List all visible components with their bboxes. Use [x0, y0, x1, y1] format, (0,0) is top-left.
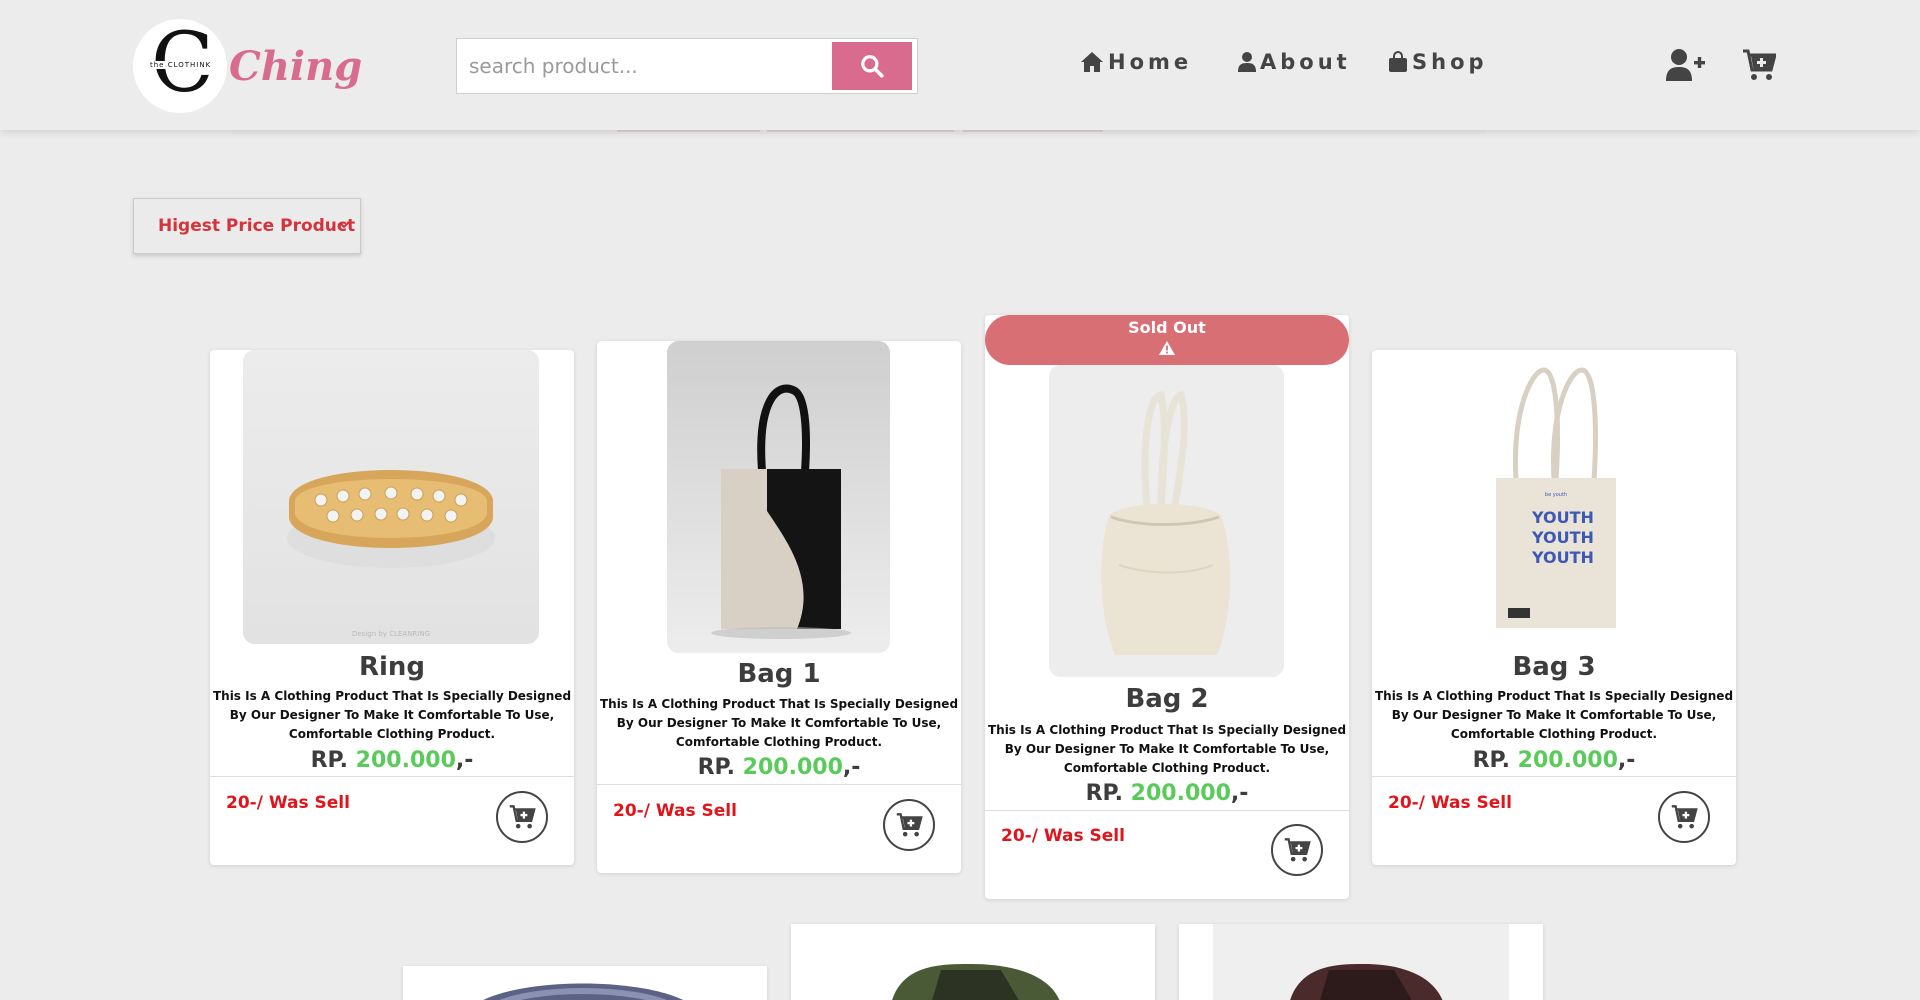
nav-about[interactable]: About: [1238, 50, 1351, 74]
shopping-bag-icon: [1389, 51, 1407, 72]
register-button[interactable]: [1666, 48, 1706, 82]
product-title: Bag 3: [1512, 652, 1596, 682]
product-card-bag-2: Bag 2 This Is A Clothing Product That Is…: [985, 315, 1349, 899]
price-value: 200.000: [355, 748, 456, 773]
product-card-partial: [791, 924, 1155, 1000]
price-suffix: ,-: [1230, 781, 1249, 806]
product-image-bag-1[interactable]: [667, 341, 890, 653]
add-to-cart-button[interactable]: [883, 799, 935, 851]
product-image-partial[interactable]: [403, 966, 767, 1000]
chevron-down-icon: [339, 222, 349, 229]
product-image-partial[interactable]: [1179, 924, 1543, 1000]
warning-icon: [1159, 341, 1175, 355]
sold-count: 20-/ Was Sell: [613, 801, 737, 821]
header: C the CLOTHINK Ching Home About Sho: [0, 0, 1920, 130]
card-divider: [597, 784, 961, 785]
image-watermark: Design by CLEANRING: [351, 630, 431, 638]
add-to-cart-button[interactable]: [1658, 791, 1710, 843]
product-price: RP. 200.000,-: [985, 781, 1349, 806]
search-icon: [861, 55, 884, 78]
search-bar: [456, 38, 918, 94]
product-card-bag-3: be youth YOUTH YOUTH YOUTH Bag 3 This Is…: [1372, 350, 1736, 865]
cart-plus-icon: [509, 805, 536, 829]
price-prefix: RP.: [310, 748, 348, 773]
cart-plus-icon: [1284, 838, 1311, 862]
product-price: RP. 200.000,-: [1372, 748, 1736, 773]
price-value: 200.000: [742, 755, 843, 780]
cart-plus-icon: [1671, 805, 1698, 829]
user-plus-icon: [1666, 49, 1705, 81]
card-divider: [210, 776, 574, 777]
product-title: Bag 2: [1125, 684, 1209, 714]
product-title: Bag 1: [737, 659, 821, 689]
card-divider: [1372, 776, 1736, 777]
sold-count: 20-/ Was Sell: [226, 793, 350, 813]
nav-shop[interactable]: Shop: [1388, 50, 1488, 74]
price-suffix: ,-: [1617, 748, 1636, 773]
product-card-ring: Design by CLEANRING Ring This Is A Cloth…: [210, 350, 574, 865]
product-card-bag-1: Bag 1 This Is A Clothing Product That Is…: [597, 341, 961, 873]
logo-emblem: C the CLOTHINK: [133, 19, 227, 113]
cart-plus-icon: [1743, 49, 1777, 80]
product-description: This Is A Clothing Product That Is Speci…: [599, 697, 959, 749]
brand-name: Ching: [229, 42, 363, 90]
search-input[interactable]: [457, 39, 829, 93]
sort-selected-label: Higest Price Product: [158, 216, 356, 236]
price-value: 200.000: [1130, 781, 1231, 806]
nav-shop-label: Shop: [1412, 50, 1488, 74]
product-image-bag-2[interactable]: [1049, 365, 1284, 677]
search-button[interactable]: [832, 42, 912, 90]
sold-out-label: Sold Out: [1128, 318, 1206, 337]
product-card-partial: [403, 966, 767, 1000]
price-prefix: RP.: [1085, 781, 1123, 806]
price-prefix: RP.: [697, 755, 735, 780]
product-image-partial[interactable]: [791, 924, 1155, 1000]
svg-text:be youth: be youth: [1545, 492, 1567, 498]
price-prefix: RP.: [1472, 748, 1510, 773]
header-cart-button[interactable]: [1742, 48, 1777, 82]
price-suffix: ,-: [842, 755, 861, 780]
add-to-cart-button[interactable]: [496, 791, 548, 843]
sold-out-badge: Sold Out: [985, 315, 1349, 365]
logo-small-text: the CLOTHINK: [148, 61, 214, 69]
price-suffix: ,-: [455, 748, 474, 773]
nav-home-label: Home: [1108, 50, 1193, 74]
product-description: This Is A Clothing Product That Is Speci…: [1374, 689, 1734, 741]
sort-select[interactable]: Higest Price Product: [133, 198, 361, 254]
user-icon: [1238, 52, 1256, 72]
product-image-ring[interactable]: Design by CLEANRING: [243, 350, 539, 644]
sold-count: 20-/ Was Sell: [1001, 826, 1125, 846]
product-image-bag-3[interactable]: be youth YOUTH YOUTH YOUTH: [1432, 350, 1676, 644]
cart-plus-icon: [896, 813, 923, 837]
nav-home[interactable]: Home: [1080, 50, 1192, 74]
product-card-partial: [1179, 924, 1543, 1000]
product-price: RP. 200.000,-: [597, 755, 961, 780]
product-description: This Is A Clothing Product That Is Speci…: [212, 689, 572, 741]
product-description: This Is A Clothing Product That Is Speci…: [987, 723, 1347, 775]
home-icon: [1081, 52, 1103, 72]
add-to-cart-button[interactable]: [1271, 824, 1323, 876]
product-price: RP. 200.000,-: [210, 748, 574, 773]
nav-about-label: About: [1260, 50, 1351, 74]
sold-count: 20-/ Was Sell: [1388, 793, 1512, 813]
price-value: 200.000: [1517, 748, 1618, 773]
brand-logo[interactable]: C the CLOTHINK Ching: [133, 19, 362, 113]
bag-print-text: YOUTH YOUTH YOUTH: [1532, 508, 1594, 567]
card-divider: [985, 810, 1349, 811]
product-title: Ring: [358, 652, 426, 682]
